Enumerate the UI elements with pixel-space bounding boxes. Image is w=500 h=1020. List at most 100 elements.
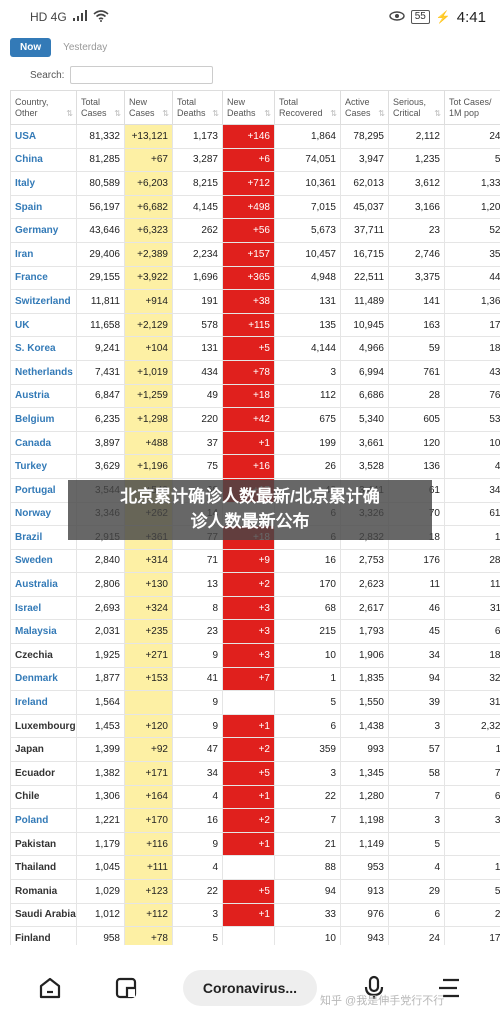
cell-total-deaths: 4: [172, 855, 223, 880]
cell-cases-per-million: 53: [444, 879, 500, 904]
cell-country[interactable]: Poland: [10, 808, 77, 833]
cell-total-recovered: 21: [274, 831, 341, 857]
cell-total-deaths: 8,215: [172, 171, 223, 196]
cell-cases-per-million: 103: [444, 430, 500, 456]
cell-country: Luxembourg: [10, 713, 77, 739]
header-total-deaths[interactable]: Total Deaths ⇅: [172, 90, 223, 125]
cell-country[interactable]: Austria: [10, 383, 77, 409]
cell-total-recovered: 215: [274, 619, 341, 645]
cell-total-recovered: 10: [274, 643, 341, 668]
cell-country[interactable]: Iran: [10, 241, 77, 267]
cell-total-cases: 43,646: [76, 218, 125, 243]
tab-yesterday[interactable]: Yesterday: [57, 38, 113, 57]
cell-country[interactable]: Brazil: [10, 525, 77, 550]
cell-total-recovered: 4,948: [274, 265, 341, 291]
cell-cases-per-million: 350: [444, 241, 500, 267]
table-row: Canada3,897+48837+11993,661120103: [10, 430, 500, 456]
cell-cases-per-million: 246: [444, 124, 500, 149]
cell-new-deaths: +1: [222, 902, 275, 928]
cell-country[interactable]: Italy: [10, 171, 77, 196]
header-serious-critical[interactable]: Serious, Critical ⇅: [388, 90, 445, 125]
cell-country: Pakistan: [10, 831, 77, 857]
cell-country[interactable]: Netherlands: [10, 359, 77, 385]
cell-country[interactable]: Ireland: [10, 690, 77, 715]
cell-new-cases: +1,259: [124, 383, 173, 409]
cell-cases-per-million: 521: [444, 218, 500, 243]
cell-total-deaths: 41: [172, 666, 223, 692]
cell-country[interactable]: Israel: [10, 595, 77, 621]
cell-country: Saudi Arabia: [10, 902, 77, 928]
cell-country[interactable]: UK: [10, 312, 77, 338]
cell-total-recovered: 16: [274, 548, 341, 574]
bottom-nav: Coronavirus...: [0, 955, 500, 1020]
cell-country[interactable]: Denmark: [10, 666, 77, 692]
cell-country[interactable]: USA: [10, 124, 77, 149]
table-row: Ireland1,564 9 51,55039317: [10, 690, 500, 715]
banner-line-1: 北京累计确诊人数最新/北京累计确: [120, 487, 380, 506]
cell-total-cases: 1,453: [76, 713, 125, 739]
cell-country[interactable]: Turkey: [10, 454, 77, 479]
cell-total-deaths: 34: [172, 761, 223, 786]
cell-total-deaths: 16: [172, 808, 223, 833]
cell-total-recovered: 74,051: [274, 147, 341, 173]
cell-new-cases: +6,682: [124, 194, 173, 220]
table-row: Israel2,693+3248+3682,61746311: [10, 595, 500, 621]
cell-total-deaths: 5: [172, 926, 223, 945]
cell-country[interactable]: Portugal: [10, 477, 77, 503]
cell-new-deaths: +3: [222, 643, 275, 668]
cell-active-cases: 1,906: [340, 643, 389, 668]
tab-now[interactable]: Now: [10, 38, 52, 57]
header-cases-per-million[interactable]: Tot Cases/ 1M pop⇅: [444, 90, 500, 125]
status-left: HD 4G: [30, 9, 109, 25]
tabs-button[interactable]: [106, 968, 146, 1008]
sort-icon: ⇅: [378, 109, 385, 118]
cell-serious-critical: 58: [388, 761, 445, 786]
header-new-deaths[interactable]: New Deaths ⇅: [222, 90, 275, 125]
cell-serious-critical: 163: [388, 312, 445, 338]
table-header-row: Country, Other ⇅ Total Cases ⇅ New Cases ⇅ …: [10, 90, 500, 125]
header-label: Total Recovered: [279, 96, 323, 118]
cell-country[interactable]: Norway: [10, 501, 77, 527]
cell-country[interactable]: China: [10, 147, 77, 173]
table-row: Iran 29,406 +2,389 2,234 +157 10,457 16,715 2,7…: [10, 241, 500, 267]
cell-cases-per-million: 56: [444, 147, 500, 173]
cell-country[interactable]: Sweden: [10, 548, 77, 574]
header-total-recovered[interactable]: Total Recovered ⇅: [274, 90, 341, 125]
cell-new-cases: +153: [124, 666, 173, 692]
cell-active-cases: 16,715: [340, 241, 389, 267]
cell-country[interactable]: Spain: [10, 194, 77, 220]
tabs-icon: [116, 977, 137, 998]
header-total-cases[interactable]: Total Cases ⇅: [76, 90, 125, 125]
cell-country[interactable]: S. Korea: [10, 336, 77, 361]
cell-country[interactable]: Australia: [10, 572, 77, 597]
header-active-cases[interactable]: Active Cases ⇅: [340, 90, 389, 125]
header-label: Total Cases: [81, 96, 107, 118]
cell-total-deaths: 131: [172, 336, 223, 361]
cell-new-cases: +488: [124, 430, 173, 456]
table-row: S. Korea9,241+104131+54,1444,96659180: [10, 336, 500, 361]
cell-country[interactable]: France: [10, 265, 77, 291]
search-input[interactable]: [70, 66, 214, 84]
header-country[interactable]: Country, Other ⇅: [10, 90, 77, 125]
cell-total-cases: 11,811: [76, 289, 125, 314]
cell-total-recovered: 170: [274, 572, 341, 597]
cell-country[interactable]: Malaysia: [10, 619, 77, 645]
cell-active-cases: 37,711: [340, 218, 389, 243]
cell-new-deaths: +42: [222, 407, 275, 432]
cell-country[interactable]: Germany: [10, 218, 77, 243]
cell-country[interactable]: Belgium: [10, 407, 77, 432]
cell-country: Japan: [10, 737, 77, 763]
cell-country[interactable]: Switzerland: [10, 289, 77, 314]
cell-country[interactable]: Canada: [10, 430, 77, 456]
cell-total-cases: 11,658: [76, 312, 125, 338]
cell-cases-per-million: 348: [444, 477, 500, 503]
home-button[interactable]: [30, 968, 70, 1008]
header-new-cases[interactable]: New Cases ⇅: [124, 90, 173, 125]
cell-total-cases: 1,877: [76, 666, 125, 692]
cell-total-cases: 1,179: [76, 831, 125, 857]
cell-new-deaths: +9: [222, 548, 275, 574]
table-row: Netherlands7,431+1,019434+7836,994761434: [10, 359, 500, 385]
table-row: Luxembourg1,453+1209+161,43832,321: [10, 713, 500, 739]
charging-icon: ⚡: [435, 10, 451, 24]
search-query-pill[interactable]: Coronavirus...: [182, 969, 318, 1006]
